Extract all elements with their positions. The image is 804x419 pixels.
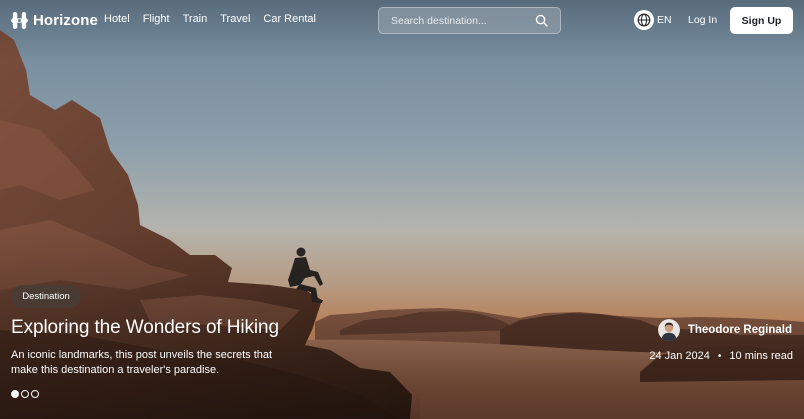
carousel-dot-3[interactable] [31, 390, 39, 398]
hero-description: An iconic landmarks, this post unveils t… [11, 349, 273, 376]
logo-icon [10, 11, 29, 29]
globe-icon [637, 13, 651, 27]
search-bar [378, 7, 561, 34]
post-date: 24 Jan 2024 [649, 350, 710, 362]
meta-separator: • [717, 350, 722, 362]
nav-link-hotel[interactable]: Hotel [104, 13, 130, 25]
read-time: 10 mins read [729, 350, 793, 362]
carousel-dot-1[interactable] [11, 390, 19, 398]
brand-logo[interactable]: Horizone [10, 9, 98, 31]
carousel-dot-2[interactable] [21, 390, 29, 398]
search-icon[interactable] [535, 14, 548, 27]
author-name: Theodore Reginald [687, 324, 792, 336]
carousel-indicators [11, 390, 41, 398]
nav-link-travel[interactable]: Travel [220, 13, 250, 25]
search-input[interactable] [391, 8, 531, 33]
top-navigation: Horizone Hotel Flight Train Travel Car R… [0, 0, 804, 42]
language-selector[interactable] [634, 10, 654, 30]
nav-link-car-rental[interactable]: Car Rental [263, 13, 316, 25]
brand-name: Horizone [33, 11, 98, 29]
nav-link-train[interactable]: Train [183, 13, 208, 25]
signup-button[interactable]: Sign Up [730, 7, 793, 34]
language-code[interactable]: EN [657, 14, 672, 26]
login-link[interactable]: Log In [688, 14, 717, 26]
avatar [657, 319, 680, 341]
post-meta: 24 Jan 2024 • 10 mins read [649, 350, 793, 362]
category-badge[interactable]: Destination [11, 285, 81, 308]
hero-title[interactable]: Exploring the Wonders of Hiking [11, 317, 279, 339]
author-info[interactable]: Theodore Reginald [657, 319, 792, 341]
nav-link-flight[interactable]: Flight [143, 13, 170, 25]
nav-links: Hotel Flight Train Travel Car Rental [104, 13, 329, 25]
